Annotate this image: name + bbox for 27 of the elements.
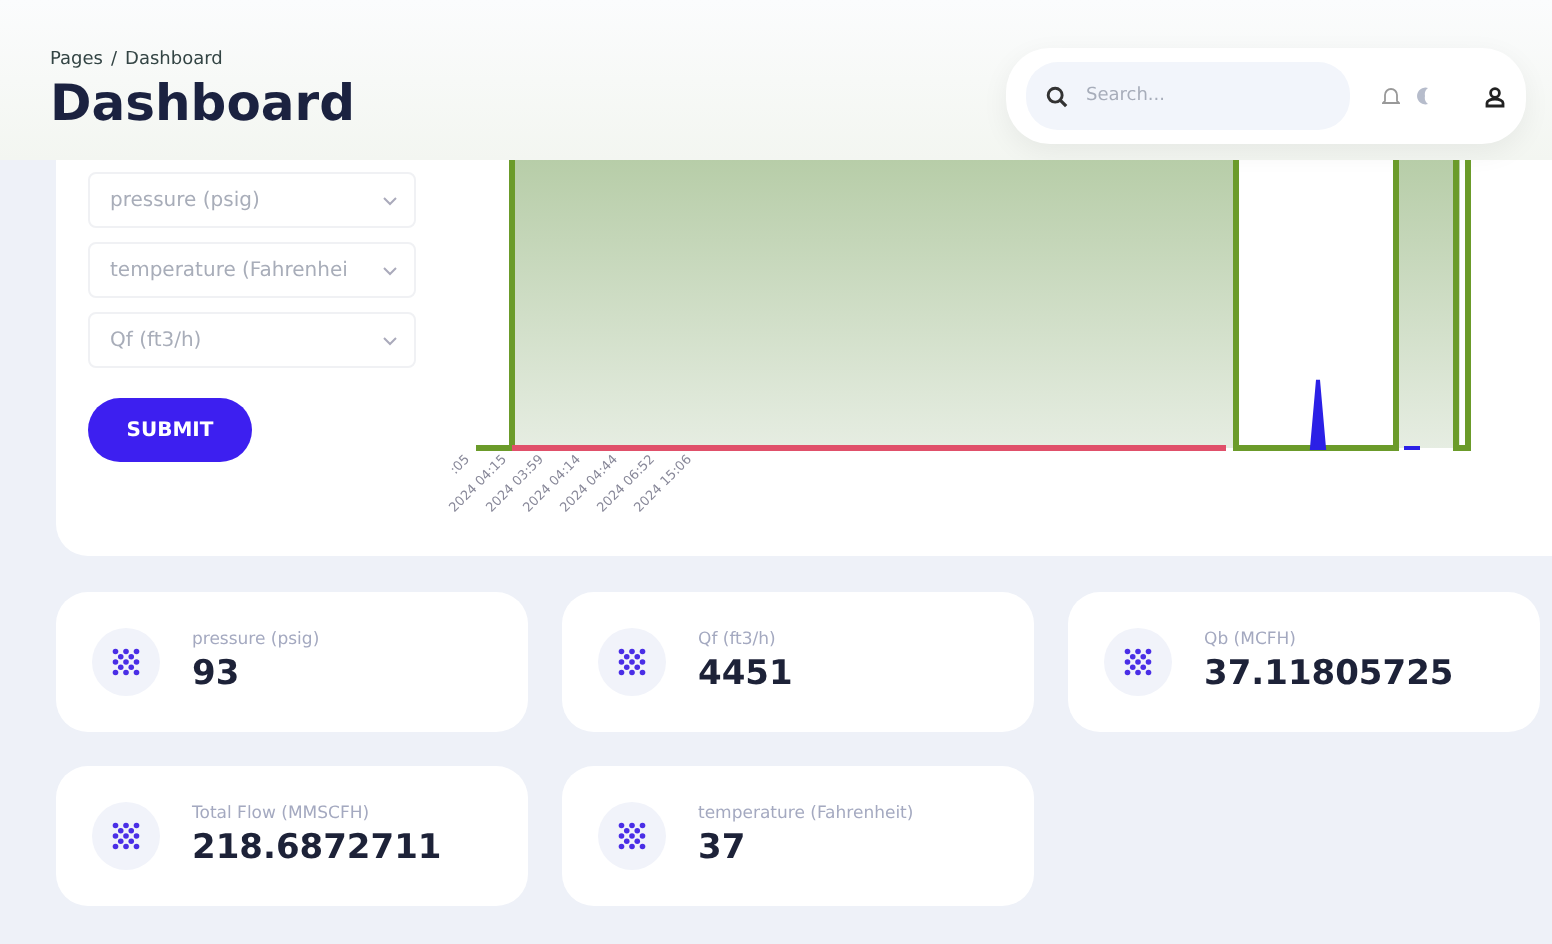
stat-label: pressure (psig) (192, 628, 320, 655)
user-icon[interactable] (1484, 85, 1506, 107)
submit-button[interactable]: SUBMIT (88, 398, 252, 462)
stat-value: 4451 (698, 654, 793, 696)
page-title: Dashboard (50, 75, 355, 130)
chevron-down-icon (382, 195, 398, 205)
search-icon (1046, 86, 1068, 108)
chevron-down-icon (382, 335, 398, 345)
stat-label: Qb (MCFH) (1204, 628, 1298, 655)
search-field[interactable]: Search... (1026, 62, 1350, 130)
stat-value: 218.6872711 (192, 828, 442, 870)
stat-label: Qf (ft3/h) (698, 628, 778, 655)
dots-icon (618, 822, 646, 850)
dots-icon (618, 648, 646, 676)
stat-value: 93 (192, 654, 242, 696)
dots-icon (112, 648, 140, 676)
stat-value: 37 (698, 828, 748, 870)
stat-label: temperature (Fahrenheit) (698, 802, 914, 829)
breadcrumb-link[interactable]: Pages (50, 50, 103, 70)
dots-icon (112, 822, 140, 850)
dots-icon (1124, 648, 1152, 676)
breadcrumb-link[interactable]: Dashboard (125, 50, 223, 70)
bell-icon[interactable] (1382, 86, 1400, 106)
stat-value: 37.11805725 (1204, 654, 1454, 696)
breadcrumb-separator: / (110, 50, 118, 70)
stat-label: Total Flow (MMSCFH) (192, 802, 372, 829)
chevron-down-icon (382, 265, 398, 275)
